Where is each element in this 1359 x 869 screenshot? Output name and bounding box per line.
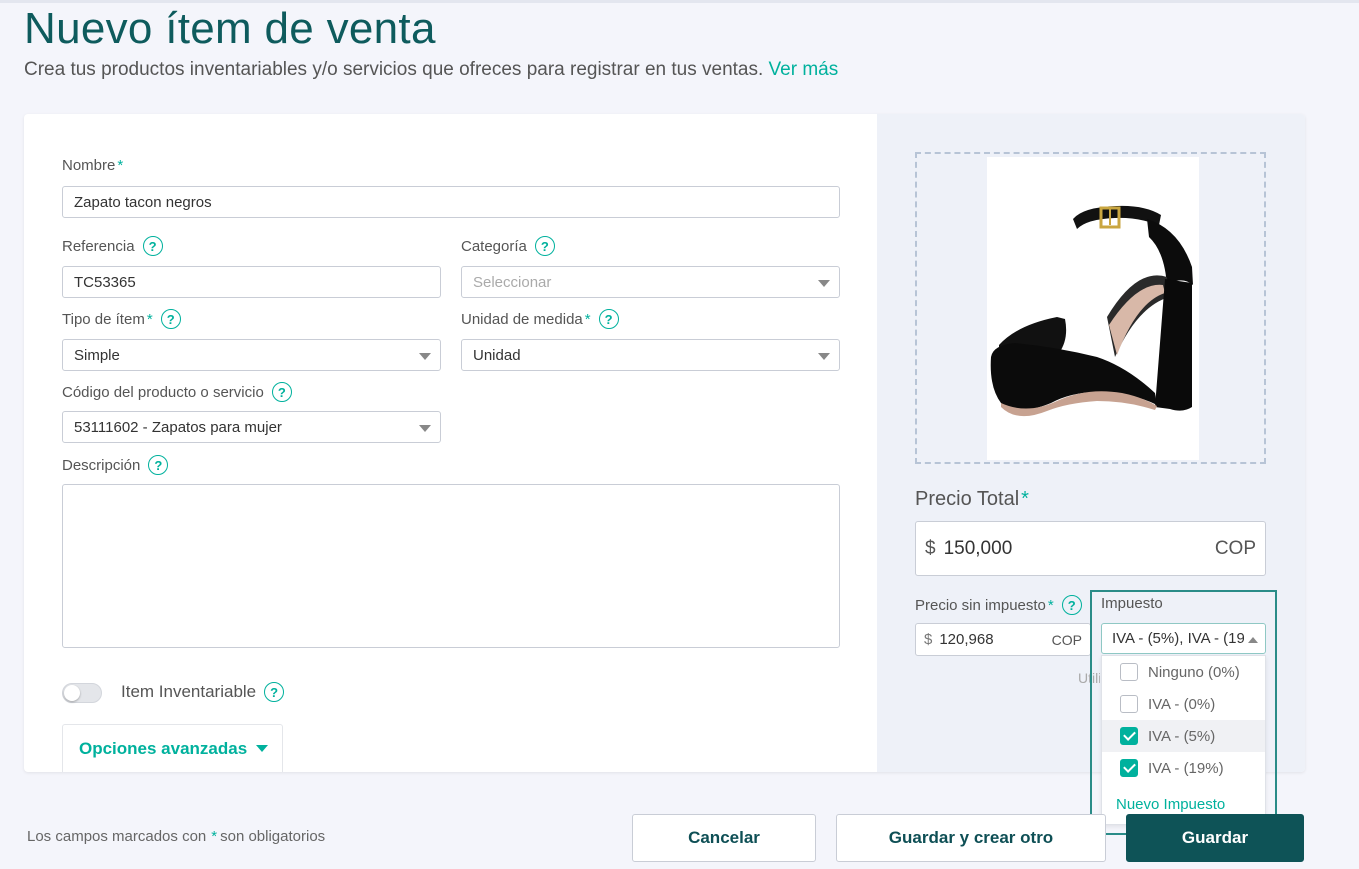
save-button[interactable]: Guardar (1126, 814, 1304, 862)
total-price-value: 150,000 (943, 537, 1013, 559)
required-asterisk: * (117, 157, 124, 174)
subtitle-text: Crea tus productos inventariables y/o se… (24, 59, 764, 80)
chevron-down-icon (818, 353, 830, 360)
tipo-label: Tipo de ítem *? (62, 309, 181, 329)
codigo-label-text: Código del producto o servicio (62, 383, 264, 401)
categoria-placeholder: Seleccionar (473, 273, 552, 291)
help-icon[interactable]: ? (142, 236, 163, 256)
no-tax-price-input[interactable]: $ 120,968 COP (915, 623, 1091, 656)
no-tax-price-value: 120,968 (939, 631, 994, 648)
help-icon[interactable]: ? (598, 309, 619, 329)
required-asterisk: * (1047, 596, 1054, 614)
codigo-select[interactable]: 53111602 - Zapatos para mujer (62, 411, 441, 443)
referencia-value: TC53365 (74, 273, 136, 291)
required-fields-note: Los campos marcados con * son obligatorios (27, 828, 325, 845)
advanced-options-button[interactable]: Opciones avanzadas (62, 724, 283, 772)
chevron-down-icon (419, 353, 431, 360)
help-icon[interactable]: ? (271, 382, 292, 402)
inventariable-label: Item Inventariable? (121, 682, 285, 702)
categoria-select[interactable]: Seleccionar (461, 266, 840, 298)
toggle-knob (64, 685, 80, 701)
descripcion-textarea[interactable] (62, 484, 840, 648)
unidad-select[interactable]: Unidad (461, 339, 840, 371)
shoe-illustration (990, 205, 1193, 417)
descripcion-label: Descripción? (62, 455, 169, 475)
help-icon[interactable]: ? (160, 309, 181, 329)
referencia-label: Referencia? (62, 236, 163, 256)
nombre-input[interactable]: Zapato tacon negros (62, 186, 840, 218)
codigo-value: 53111602 - Zapatos para mujer (74, 418, 282, 436)
cancel-button[interactable]: Cancelar (632, 814, 816, 862)
currency-code: COP (1051, 631, 1082, 648)
required-asterisk: * (146, 310, 153, 328)
help-icon[interactable]: ? (1061, 595, 1082, 615)
save-and-new-button[interactable]: Guardar y crear otro (836, 814, 1106, 862)
total-price-input[interactable]: $ 150,000 COP (915, 521, 1266, 576)
categoria-label-text: Categoría (461, 237, 527, 255)
help-icon[interactable]: ? (534, 236, 555, 256)
tax-highlight-frame (1090, 590, 1277, 835)
nombre-label: Nombre * (62, 157, 123, 174)
total-price-label: Precio Total * (915, 488, 1029, 511)
more-link[interactable]: Ver más (769, 59, 839, 80)
codigo-label: Código del producto o servicio? (62, 382, 292, 402)
currency-symbol: $ (925, 537, 936, 559)
currency-symbol: $ (924, 631, 933, 648)
advanced-options-label: Opciones avanzadas (79, 738, 248, 758)
unidad-value: Unidad (473, 346, 521, 364)
help-icon[interactable]: ? (264, 682, 285, 702)
top-divider (0, 0, 1359, 3)
tipo-value: Simple (74, 346, 120, 364)
tipo-label-text: Tipo de ítem (62, 310, 145, 328)
inventariable-label-text: Item Inventariable (121, 682, 257, 701)
image-upload-area[interactable] (915, 152, 1266, 464)
note-text-after: son obligatorios (220, 828, 326, 845)
nombre-value: Zapato tacon negros (74, 193, 212, 211)
total-price-label-text: Precio Total (915, 488, 1020, 510)
note-text-before: Los campos marcados con (27, 828, 207, 845)
currency-code: COP (1214, 537, 1256, 559)
required-asterisk: * (211, 828, 218, 845)
referencia-label-text: Referencia (62, 237, 135, 255)
required-asterisk: * (584, 310, 591, 328)
unidad-label: Unidad de medida *? (461, 309, 619, 329)
referencia-input[interactable]: TC53365 (62, 266, 441, 298)
nombre-label-text: Nombre (62, 157, 116, 174)
chevron-down-icon (419, 425, 431, 432)
product-image (987, 157, 1199, 460)
no-tax-price-label-text: Precio sin impuesto (915, 596, 1046, 614)
categoria-label: Categoría? (461, 236, 555, 256)
tipo-select[interactable]: Simple (62, 339, 441, 371)
descripcion-label-text: Descripción (62, 456, 141, 474)
page-subtitle: Crea tus productos inventariables y/o se… (24, 59, 838, 81)
chevron-down-icon (818, 280, 830, 287)
no-tax-price-label: Precio sin impuesto *? (915, 595, 1082, 615)
required-asterisk: * (1021, 488, 1029, 510)
caret-down-icon (256, 745, 269, 752)
help-icon[interactable]: ? (148, 455, 169, 475)
inventariable-toggle[interactable] (62, 683, 102, 703)
unidad-label-text: Unidad de medida (461, 310, 583, 328)
page-title: Nuevo ítem de venta (24, 4, 436, 53)
